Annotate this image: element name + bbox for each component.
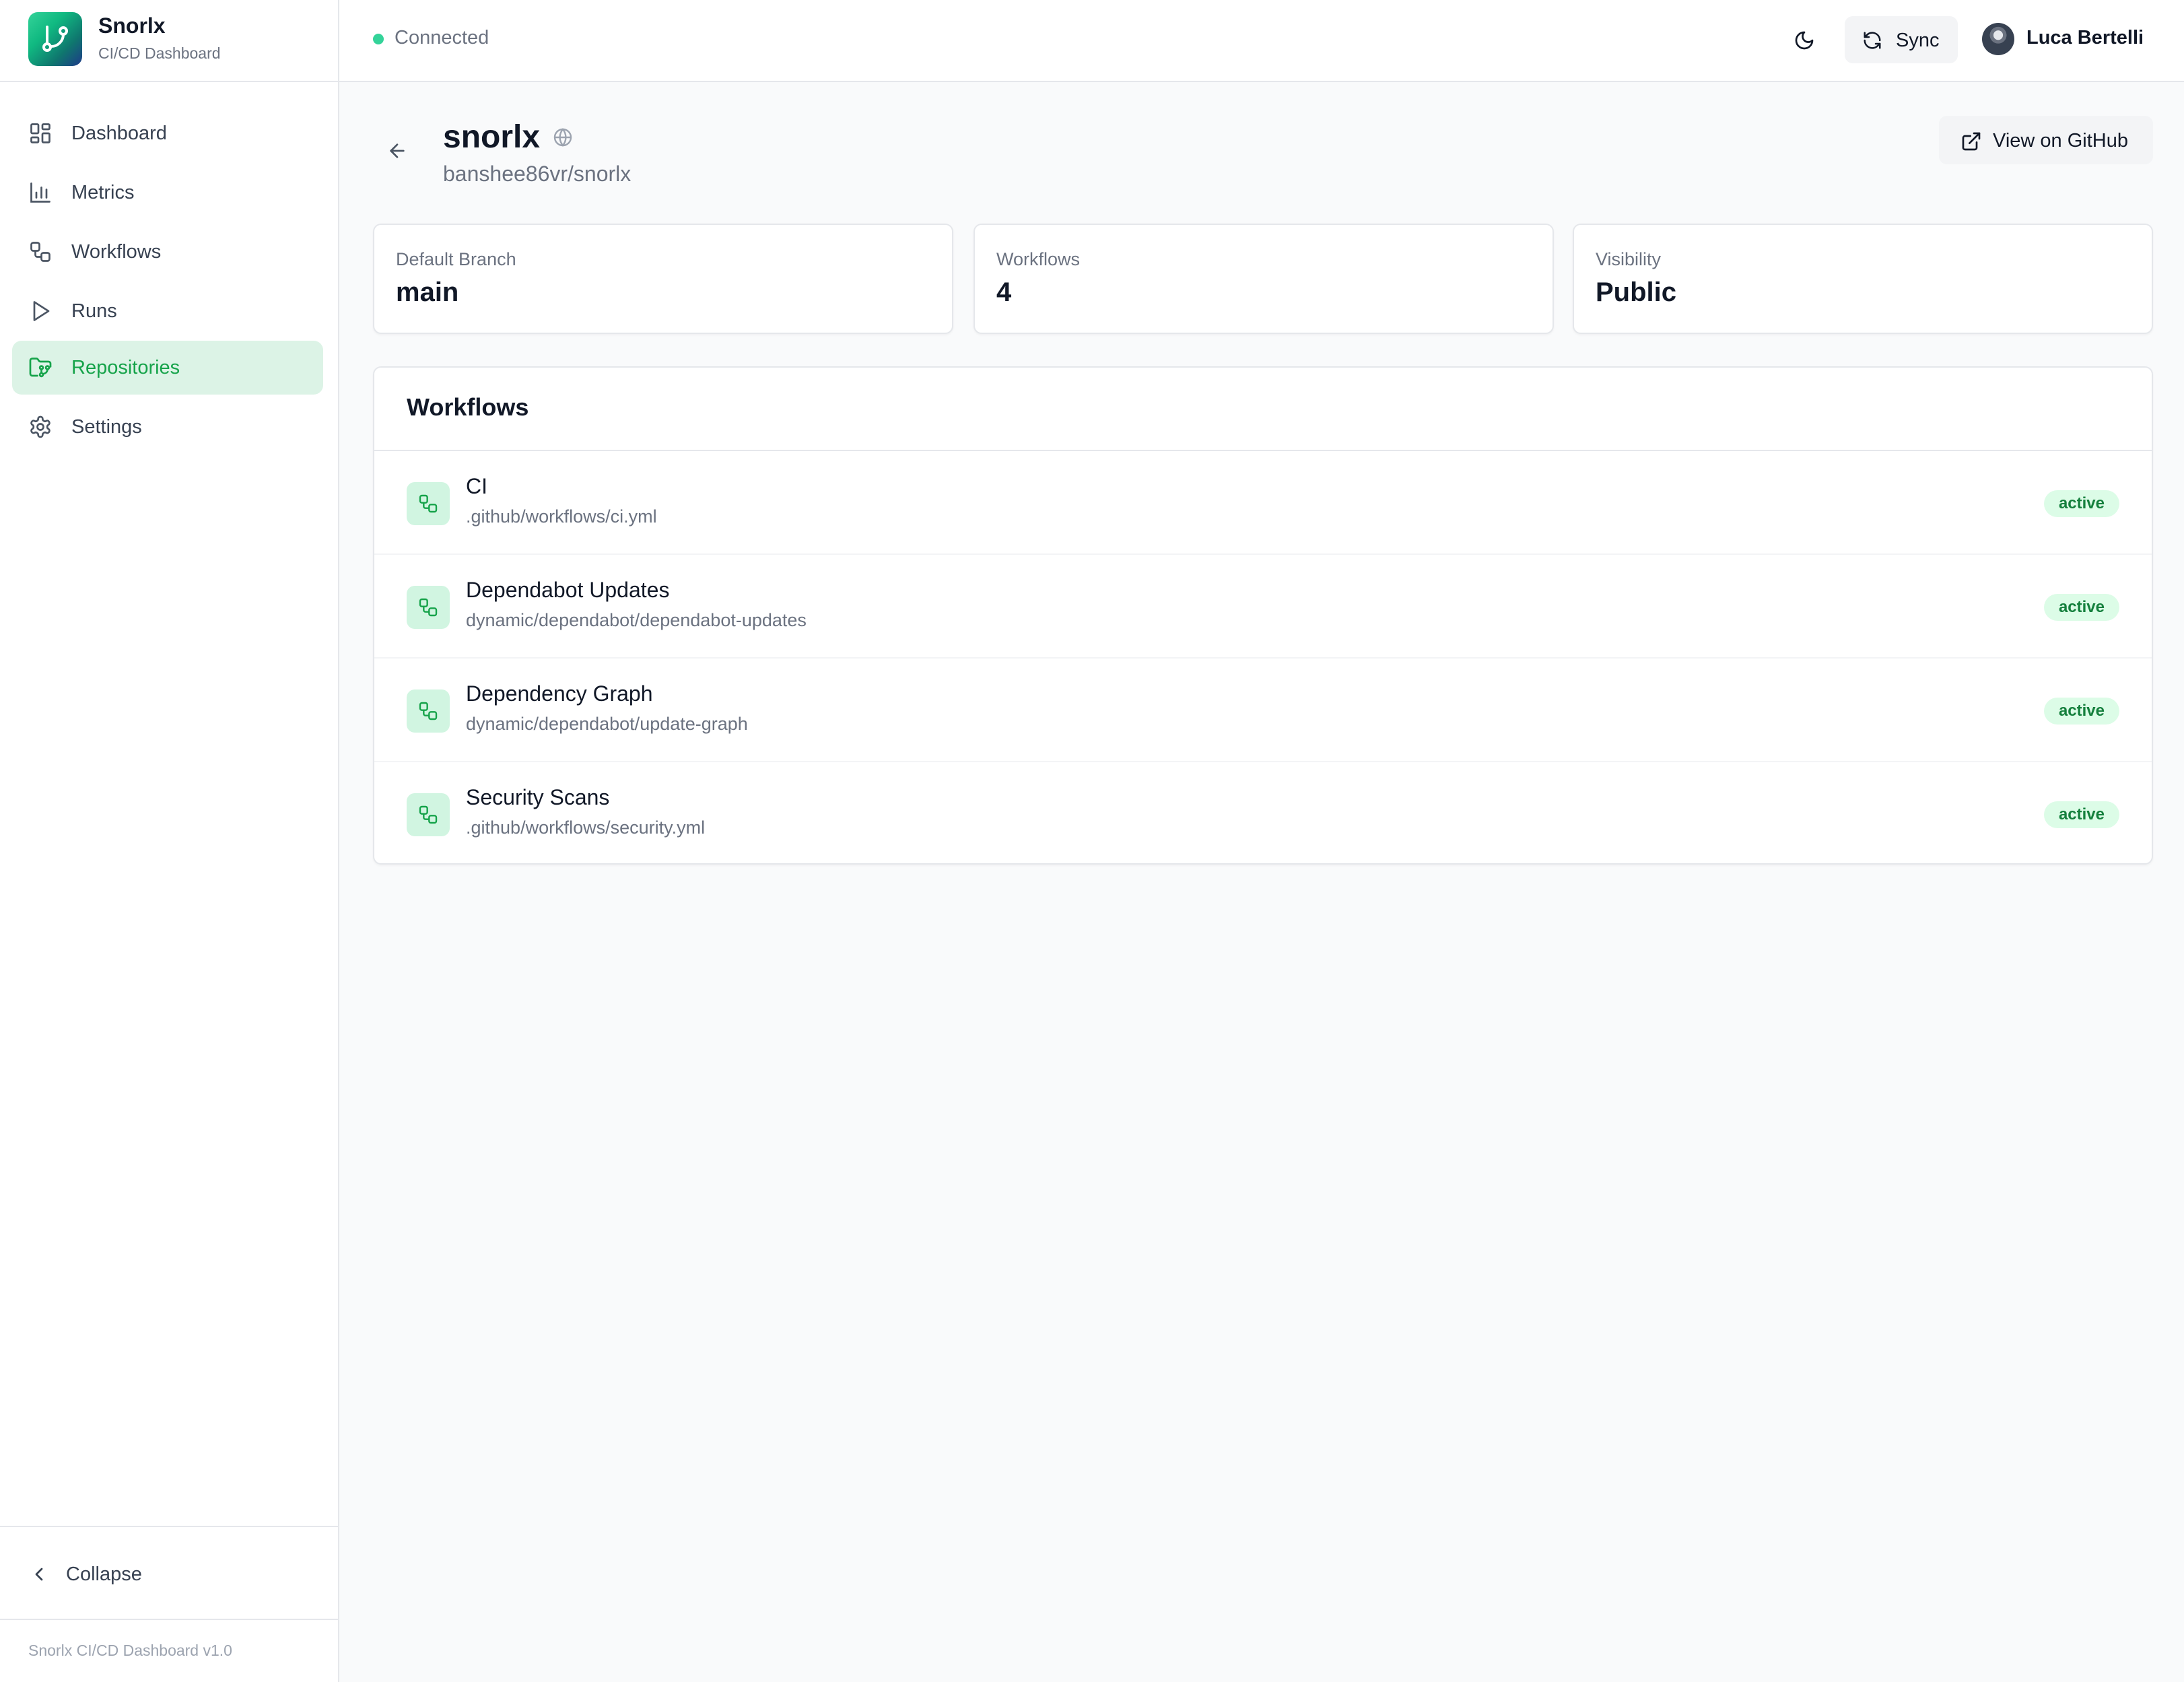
collapse-section: Collapse <box>0 1526 338 1620</box>
sidebar-item-label: Metrics <box>71 182 135 203</box>
workflow-icon <box>407 586 450 629</box>
workflow-path: dynamic/dependabot/dependabot-updates <box>466 610 807 630</box>
connection-status: Connected <box>395 27 489 48</box>
workflow-path: .github/workflows/security.yml <box>466 817 706 838</box>
view-on-github-label: View on GitHub <box>1993 130 2128 152</box>
status-badge: active <box>2043 801 2119 828</box>
status-badge: active <box>2043 594 2119 621</box>
sidebar-item-repositories[interactable]: Repositories <box>12 341 323 395</box>
workflow-icon <box>407 482 450 525</box>
folder-git-icon <box>28 356 53 380</box>
sidebar-item-label: Runs <box>71 300 117 322</box>
sidebar-item-metrics[interactable]: Metrics <box>12 166 323 220</box>
app-name: Snorlx <box>98 13 166 38</box>
sidebar: Snorlx CI/CD Dashboard Dashboard Metrics <box>0 0 339 1682</box>
workflow-row[interactable]: Dependabot Updates dynamic/dependabot/de… <box>374 555 2152 659</box>
stat-value: Public <box>1596 277 1677 307</box>
workflow-name: Dependency Graph <box>466 681 653 706</box>
workflow-icon <box>28 240 53 264</box>
stat-label: Default Branch <box>396 249 516 269</box>
user-menu[interactable]: Luca Bertelli <box>1982 22 2157 58</box>
collapse-button[interactable]: Collapse <box>28 1554 163 1594</box>
workflow-name: CI <box>466 474 487 498</box>
stat-card-workflows: Workflows 4 <box>974 224 1554 334</box>
stat-card-visibility: Visibility Public <box>1573 224 2153 334</box>
brand: Snorlx CI/CD Dashboard <box>0 0 338 82</box>
sidebar-item-label: Repositories <box>71 357 180 378</box>
connection-status-dot <box>373 34 384 44</box>
sidebar-item-settings[interactable]: Settings <box>12 400 323 454</box>
gear-icon <box>28 415 53 439</box>
stat-label: Visibility <box>1596 249 1662 269</box>
git-branch-logo-icon <box>28 12 82 66</box>
back-button[interactable] <box>381 135 413 167</box>
app-subtitle: CI/CD Dashboard <box>98 44 221 62</box>
sidebar-item-workflows[interactable]: Workflows <box>12 225 323 279</box>
workflows-panel-title: Workflows <box>407 393 529 421</box>
workflow-name: Dependabot Updates <box>466 578 670 602</box>
stat-value: 4 <box>996 277 1012 307</box>
repo-full-name: banshee86vr/snorlx <box>443 162 632 186</box>
view-on-github-button[interactable]: View on GitHub <box>1939 116 2153 164</box>
collapse-label: Collapse <box>66 1563 142 1585</box>
status-badge: active <box>2043 698 2119 725</box>
workflow-row[interactable]: CI .github/workflows/ci.yml active <box>374 451 2152 555</box>
stat-value: main <box>396 277 459 307</box>
stat-label: Workflows <box>996 249 1081 269</box>
sidebar-item-label: Dashboard <box>71 123 167 144</box>
sidebar-item-label: Workflows <box>71 241 162 263</box>
theme-toggle-button[interactable] <box>1783 19 1826 62</box>
workflow-icon <box>407 689 450 733</box>
workflow-path: .github/workflows/ci.yml <box>466 506 657 527</box>
user-name: Luca Bertelli <box>2026 27 2144 48</box>
workflow-icon <box>407 793 450 836</box>
bar-chart-icon <box>28 180 53 205</box>
page-title: snorlx <box>443 119 541 155</box>
dashboard-grid-icon <box>28 121 53 145</box>
version-label: Snorlx CI/CD Dashboard v1.0 <box>28 1642 232 1659</box>
sidebar-item-dashboard[interactable]: Dashboard <box>12 106 323 160</box>
status-badge: active <box>2043 490 2119 517</box>
avatar <box>1982 23 2014 55</box>
workflow-row[interactable]: Dependency Graph dynamic/dependabot/upda… <box>374 659 2152 762</box>
workflows-panel: Workflows CI .github/workflows/ci.yml ac… <box>373 366 2153 865</box>
workflow-name: Security Scans <box>466 785 610 809</box>
workflow-row[interactable]: Security Scans .github/workflows/securit… <box>374 762 2152 866</box>
sync-button[interactable]: Sync <box>1845 16 1958 63</box>
sync-label: Sync <box>1896 30 1940 51</box>
top-header: Connected Sync Luca Bertelli <box>339 0 2184 82</box>
workflow-path: dynamic/dependabot/update-graph <box>466 714 748 734</box>
globe-icon <box>552 127 574 148</box>
stat-card-default-branch: Default Branch main <box>373 224 953 334</box>
sidebar-item-runs[interactable]: Runs <box>12 284 323 338</box>
sidebar-item-label: Settings <box>71 416 142 438</box>
play-icon <box>28 299 53 323</box>
